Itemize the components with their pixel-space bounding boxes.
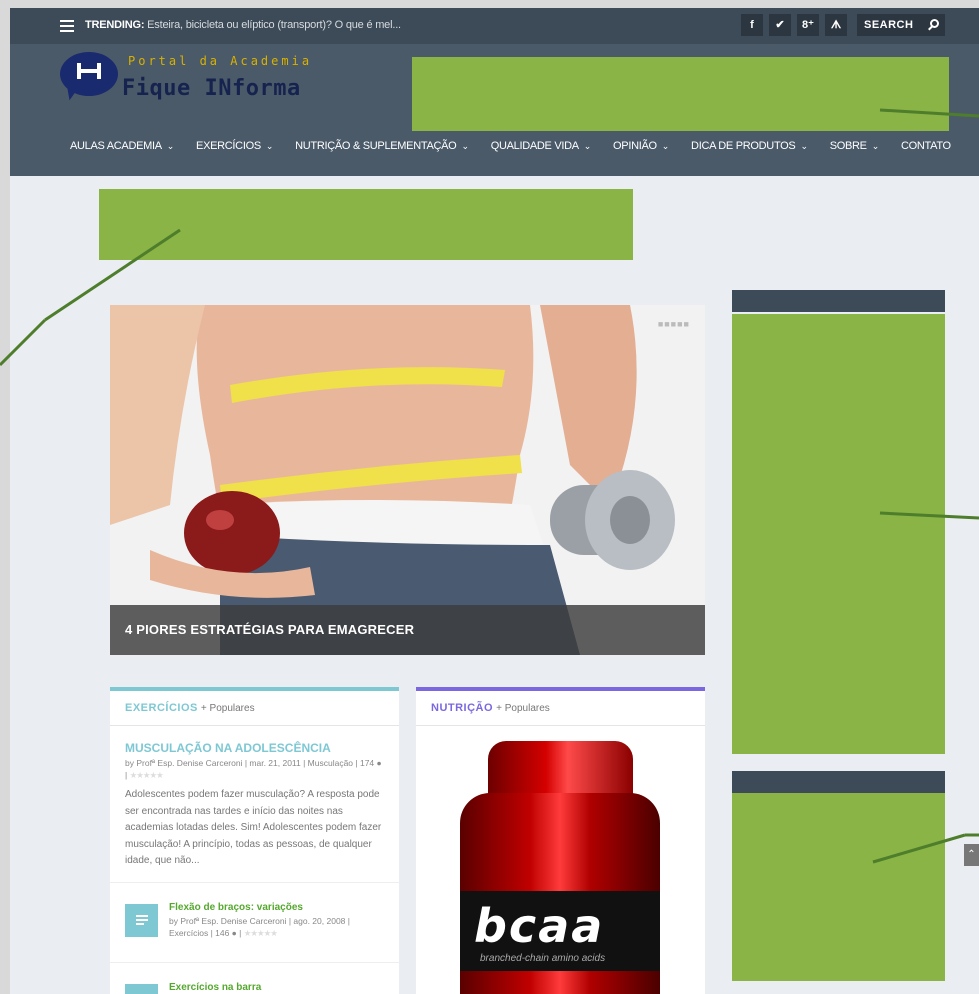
nav-item-exercicios[interactable]: EXERCÍCIOS ⌄ <box>196 140 273 160</box>
list-item-title[interactable]: Flexão de braços: variações <box>169 902 303 913</box>
chevron-down-icon: ⌄ <box>265 141 274 151</box>
nav-item-sobre[interactable]: SOBRE ⌄ <box>830 140 880 160</box>
trending-ticker[interactable]: TRENDING: Esteira, bicicleta ou elíptico… <box>85 19 401 31</box>
sidebar-widget-header-2 <box>732 771 945 793</box>
chevron-down-icon: ⌄ <box>583 141 592 151</box>
search-icon[interactable] <box>930 19 939 28</box>
twitter-icon[interactable]: ✔ <box>769 14 791 36</box>
featured-slider[interactable]: ■■■■■ 4 PIORES ESTRATÉGIAS PARA EMAGRECE… <box>110 305 705 655</box>
header-ad-placeholder <box>412 57 949 131</box>
top-bar: TRENDING: Esteira, bicicleta ou elíptico… <box>10 8 979 44</box>
featured-title[interactable]: 4 PIORES ESTRATÉGIAS PARA EMAGRECER <box>110 605 705 655</box>
logo-title: Fique INforma <box>122 76 301 101</box>
list-item-title[interactable]: Exercícios na barra <box>169 982 261 993</box>
search-label: SEARCH <box>864 19 914 31</box>
page-frame: TRENDING: Esteira, bicicleta ou elíptico… <box>10 8 979 994</box>
module-category[interactable]: EXERCÍCIOS <box>125 702 198 714</box>
dumbbell-bubble-icon <box>60 52 118 96</box>
chevron-down-icon: ⌄ <box>800 141 808 151</box>
product-subtitle: branched-chain amino acids <box>480 953 606 964</box>
nav-item-qualidade-vida[interactable]: QUALIDADE VIDA ⌄ <box>491 140 592 160</box>
nav-item-opiniao[interactable]: OPINIÃO ⌄ <box>613 140 669 160</box>
post-meta: by Profª Esp. Denise Carceroni | mar. 21… <box>125 758 382 780</box>
chevron-down-icon: ⌄ <box>166 141 175 151</box>
rating-stars: ★★★★★ <box>243 927 278 938</box>
sidebar-ad-placeholder-2 <box>732 793 945 981</box>
trending-label: TRENDING: <box>85 19 145 31</box>
facebook-icon[interactable]: f <box>741 14 763 36</box>
module-header: NUTRIÇÃO + Populares <box>416 691 705 726</box>
logo-tagline: Portal da Academia <box>128 54 313 68</box>
product-image[interactable]: bcaa branched-chain amino acids <box>460 741 660 994</box>
site-header: Portal da Academia Fique INforma AULAS A… <box>10 44 979 176</box>
featured-image <box>110 305 705 655</box>
trending-link[interactable]: Esteira, bicicleta ou elíptico (transpor… <box>147 19 401 31</box>
document-icon <box>125 983 158 994</box>
sidebar-widget-header <box>732 290 945 312</box>
module-suffix: + Populares <box>496 703 550 714</box>
module-suffix: + Populares <box>200 703 255 714</box>
nav-item-nutricao[interactable]: NUTRIÇÃO & SUPLEMENTAÇÃO ⌄ <box>295 140 469 160</box>
document-icon <box>125 903 158 937</box>
post-excerpt: Adolescentes podem fazer musculação? A r… <box>125 789 382 866</box>
content-ad-placeholder <box>99 189 633 260</box>
rss-icon[interactable]: ᗑ <box>825 14 847 36</box>
post-title[interactable]: MUSCULAÇÃO NA ADOLESCÊNCIA <box>125 741 384 755</box>
list-item-meta: by Profª Esp. Denise Carceroni | ago. 20… <box>169 915 350 938</box>
module-nutricao: NUTRIÇÃO + Populares bcaa branched-chain… <box>416 687 705 994</box>
menu-icon[interactable] <box>60 20 74 32</box>
site-logo[interactable]: Portal da Academia Fique INforma <box>60 48 330 108</box>
main-nav: AULAS ACADEMIA ⌄ EXERCÍCIOS ⌄ NUTRIÇÃO & S… <box>70 140 973 160</box>
module-category[interactable]: NUTRIÇÃO <box>431 702 493 714</box>
rating-stars: ★★★★★ <box>129 770 164 780</box>
module-exercicios: EXERCÍCIOS + Populares MUSCULAÇÃO NA ADO… <box>110 687 399 994</box>
list-item[interactable]: Flexão de braços: variações by Profª Esp… <box>110 883 399 963</box>
back-to-top-button[interactable]: ⌃ <box>964 844 979 866</box>
search-box[interactable]: SEARCH <box>857 14 945 36</box>
google-plus-icon[interactable]: 8⁺ <box>797 14 819 36</box>
chevron-down-icon: ⌄ <box>661 141 670 151</box>
nav-item-aulas-academia[interactable]: AULAS ACADEMIA ⌄ <box>70 140 174 160</box>
chevron-down-icon: ⌄ <box>871 141 880 151</box>
nav-item-dica-de-produtos[interactable]: DICA DE PRODUTOS ⌄ <box>691 140 808 160</box>
product-brand: bcaa <box>474 899 605 953</box>
sidebar-ad-placeholder <box>732 314 945 754</box>
nav-item-contato[interactable]: CONTATO <box>901 140 951 160</box>
list-item[interactable]: Exercícios na barra <box>110 963 399 994</box>
module-header: EXERCÍCIOS + Populares <box>110 691 399 726</box>
chevron-down-icon: ⌄ <box>461 141 469 151</box>
slider-pager-dots[interactable]: ■■■■■ <box>658 319 690 329</box>
